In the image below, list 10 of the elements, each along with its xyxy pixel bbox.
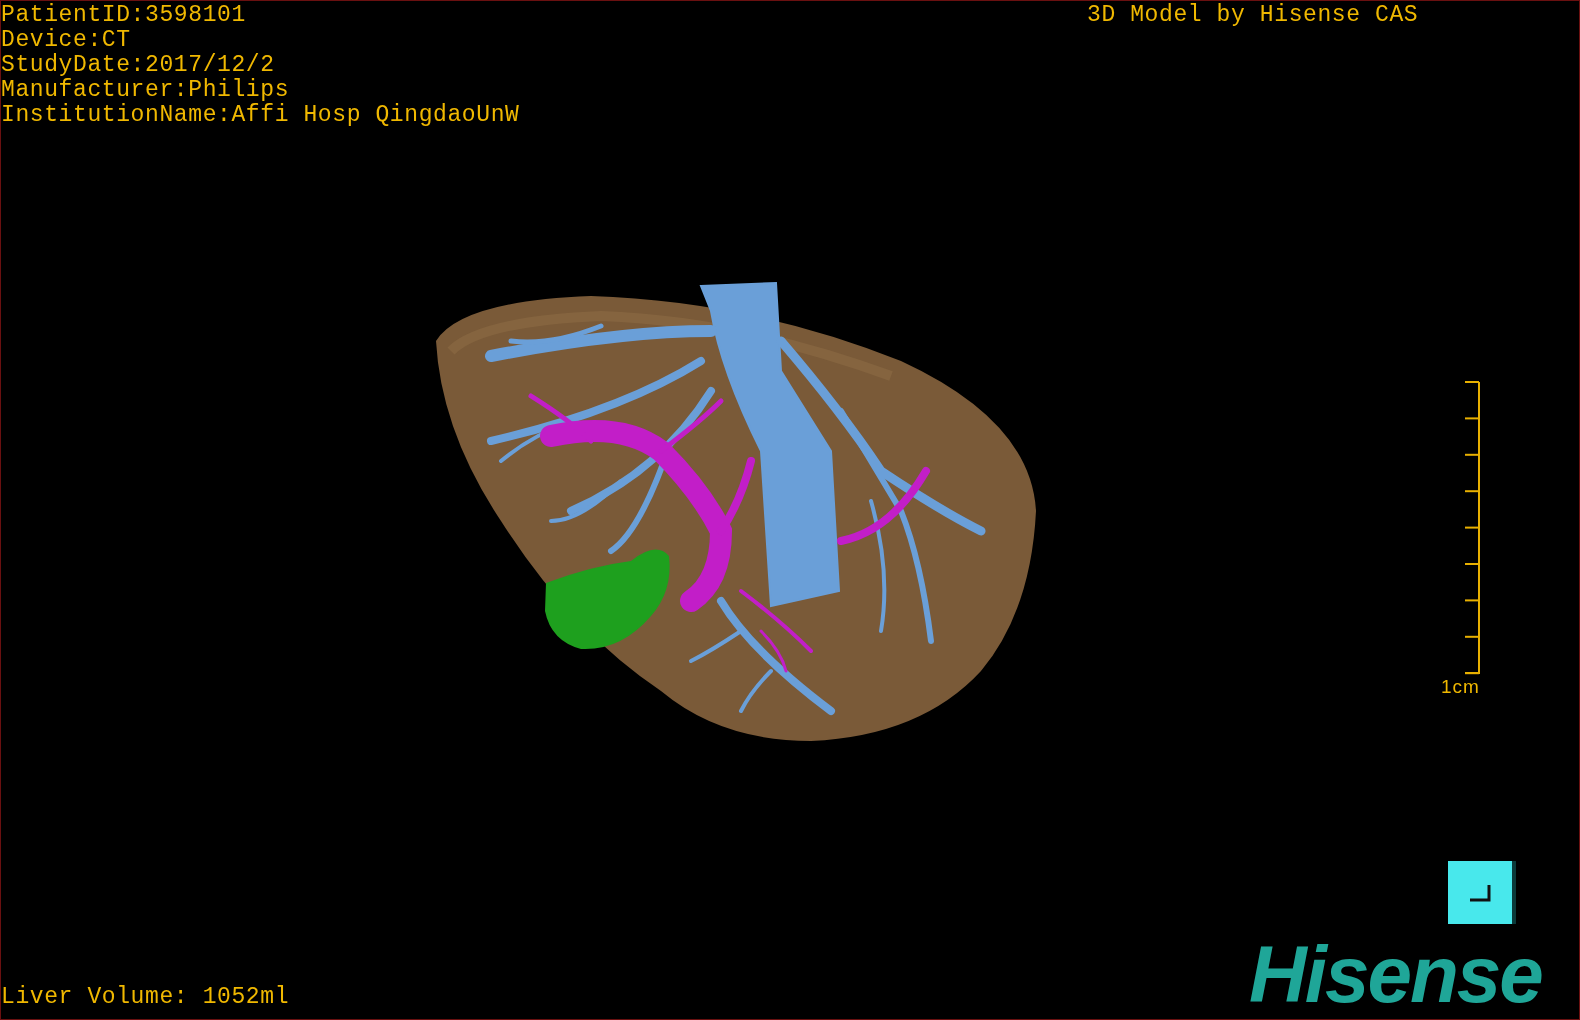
model-caption: 3D Model by Hisense CAS — [1087, 3, 1419, 28]
scale-label: 1cm — [1441, 677, 1481, 697]
study-info-text: StudyDate:2017/12/2 — [1, 53, 276, 78]
study-info-text: PatientID:3598101 — [1, 3, 247, 28]
brand-logo: Hisense — [1249, 931, 1542, 1019]
study-info-text: InstitutionName:Affi Hosp QingdaoUnW — [1, 103, 520, 128]
liver-volume-text: Liver Volume: 1052ml — [1, 985, 290, 1010]
study-info-text: Manufacturer:Philips — [1, 78, 291, 103]
corner-icon — [1469, 883, 1491, 902]
study-info-text: Device:CT — [1, 28, 132, 53]
